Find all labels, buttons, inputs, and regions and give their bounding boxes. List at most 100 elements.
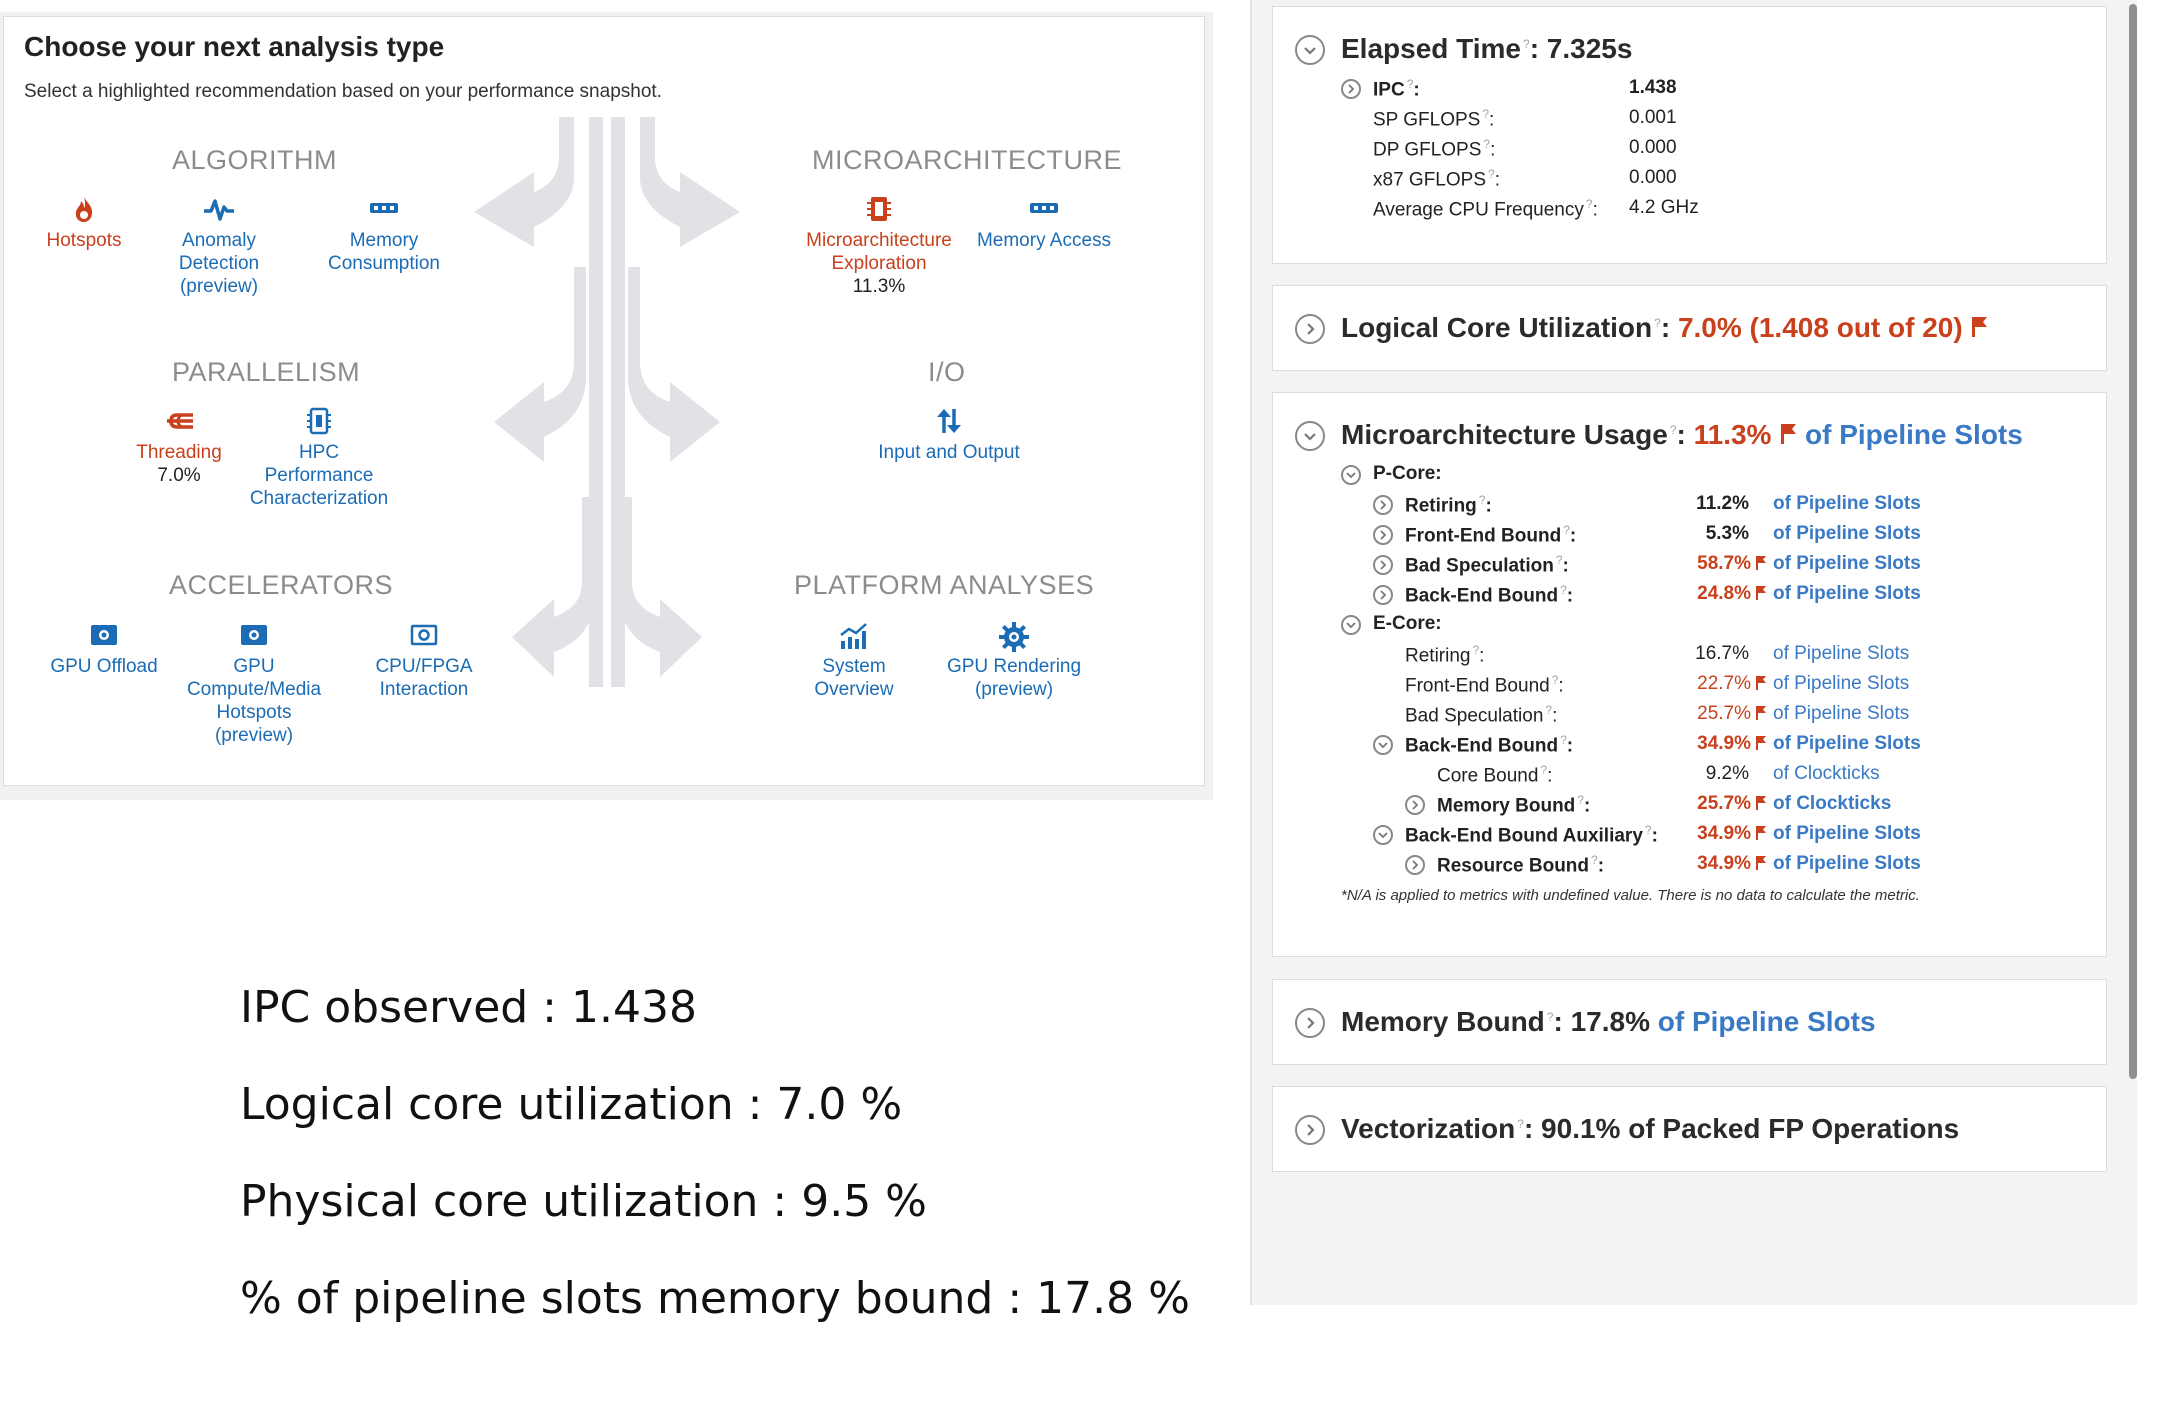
help-icon[interactable]: ? [1645, 823, 1652, 837]
expand-chevron-icon[interactable] [1295, 35, 1325, 65]
pcore-label: P-Core: [1373, 463, 1442, 484]
category-io: I/O [928, 357, 966, 387]
expand-chevron-icon[interactable] [1373, 735, 1393, 755]
category-parallelism: PARALLELISM [172, 357, 361, 387]
expand-chevron-icon[interactable] [1295, 1008, 1325, 1038]
uarch-metric-value: 25.7% [1687, 793, 1767, 815]
metric-value: 1.438 [1629, 77, 1677, 98]
flag-icon [1751, 853, 1767, 874]
cpu-chip-icon [794, 195, 964, 223]
summary-memory-bound: % of pipeline slots memory bound : 17.8 … [240, 1273, 1190, 1324]
panel-title: Choose your next analysis type [24, 31, 445, 62]
logical-core-title: Logical Core Utilization?: 7.0% (1.408 o… [1341, 312, 1988, 344]
help-icon[interactable]: ? [1540, 763, 1547, 777]
flag-icon [1751, 703, 1767, 724]
analysis-type-panel: Choose your next analysis type Select a … [3, 16, 1205, 786]
gpu-rendering-tool[interactable]: GPU Rendering (preview) [934, 621, 1094, 701]
expand-chevron-icon[interactable] [1295, 421, 1325, 451]
vectorization-card: Vectorization?: 90.1% of Packed FP Opera… [1272, 1086, 2107, 1172]
cpu-fpga-interaction-tool[interactable]: CPU/FPGA Interaction [354, 621, 494, 701]
expand-chevron-icon[interactable] [1373, 585, 1393, 605]
expand-chevron-icon[interactable] [1405, 795, 1425, 815]
help-icon[interactable]: ? [1577, 793, 1584, 807]
input-output-tool[interactable]: Input and Output [864, 407, 1034, 464]
uarch-metric-value: 16.7% [1695, 643, 1749, 664]
uarch-metric-value: 9.2% [1705, 763, 1749, 784]
uarch-metric-label: Retiring?: [1405, 643, 1485, 667]
uarch-metric-unit: of Clockticks [1773, 793, 1892, 814]
expand-chevron-icon[interactable] [1341, 79, 1361, 99]
flag-icon [1751, 583, 1767, 604]
gear-icon [934, 621, 1094, 652]
expand-chevron-icon[interactable] [1373, 825, 1393, 845]
expand-chevron-icon[interactable] [1373, 525, 1393, 545]
uarch-metric-unit: of Pipeline Slots [1773, 703, 1910, 724]
hpc-characterization-tool[interactable]: HPC Performance Characterization [239, 407, 399, 510]
gpu-compute-media-tool[interactable]: GPU Compute/Media Hotspots (preview) [174, 621, 334, 747]
expand-chevron-icon[interactable] [1373, 555, 1393, 575]
help-icon[interactable]: ? [1560, 583, 1567, 597]
uarch-metric-value: 25.7% [1687, 703, 1767, 725]
uarch-metric-unit: of Pipeline Slots [1773, 823, 1921, 844]
expand-chevron-icon[interactable] [1295, 314, 1325, 344]
help-icon[interactable]: ? [1586, 197, 1593, 211]
help-icon[interactable]: ? [1479, 493, 1486, 507]
uarch-metric-unit: of Pipeline Slots [1773, 583, 1921, 604]
help-icon[interactable]: ? [1407, 77, 1414, 91]
metric-label: x87 GFLOPS?: [1373, 167, 1500, 191]
help-icon[interactable]: ? [1560, 733, 1567, 747]
gpu-card-icon [34, 621, 174, 649]
expand-chevron-icon[interactable] [1373, 495, 1393, 515]
elapsed-time-card: Elapsed Time?: 7.325s IPC?: 1.438 SP GFL… [1272, 6, 2107, 264]
expand-chevron-icon[interactable] [1341, 465, 1361, 485]
summary-logical-core: Logical core utilization : 7.0 % [240, 1079, 903, 1130]
help-icon[interactable]: ? [1483, 137, 1490, 151]
help-icon[interactable]: ? [1591, 853, 1598, 867]
microarchitecture-exploration-tool[interactable]: Microarchitecture Exploration 11.3% [794, 195, 964, 298]
gpu-card-icon [174, 621, 334, 649]
memory-bound-card: Memory Bound?: 17.8% of Pipeline Slots [1272, 979, 2107, 1065]
uarch-metric-label: Front-End Bound?: [1405, 523, 1577, 547]
uarch-metric-value: 34.9% [1687, 823, 1767, 845]
category-platform-analyses: PLATFORM ANALYSES [794, 570, 1095, 600]
category-algorithm: ALGORITHM [172, 145, 338, 175]
metric-label: DP GFLOPS?: [1373, 137, 1496, 161]
help-icon[interactable]: ? [1563, 523, 1570, 537]
uarch-metric-label: Memory Bound?: [1437, 793, 1591, 817]
panel-subtitle: Select a highlighted recommendation base… [24, 81, 662, 102]
microarchitecture-usage-title: Microarchitecture Usage?: 11.3% of Pipel… [1341, 419, 2023, 450]
threading-percent: 7.0% [157, 465, 201, 486]
expand-chevron-icon[interactable] [1341, 615, 1361, 635]
uarch-metric-value: 24.8% [1687, 583, 1767, 605]
uarch-metric-value: 11.2% [1696, 493, 1749, 514]
flag-icon [1751, 553, 1767, 574]
scrollbar-thumb[interactable] [2129, 4, 2137, 1079]
hotspots-tool[interactable]: Hotspots [24, 195, 144, 252]
chart-icon [794, 621, 914, 649]
system-overview-tool[interactable]: System Overview [794, 621, 914, 701]
uarch-metric-label: Back-End Bound?: [1405, 733, 1574, 757]
help-icon[interactable]: ? [1472, 643, 1479, 657]
expand-chevron-icon[interactable] [1295, 1115, 1325, 1145]
uarch-metric-label: Back-End Bound Auxiliary?: [1405, 823, 1658, 847]
help-icon[interactable]: ? [1545, 703, 1552, 717]
help-icon[interactable]: ? [1482, 107, 1489, 121]
gpu-offload-tool[interactable]: GPU Offload [34, 621, 174, 678]
uarch-metric-value: 5.3% [1705, 523, 1749, 544]
anomaly-detection-tool[interactable]: Anomaly Detection (preview) [154, 195, 284, 298]
help-icon[interactable]: ? [1523, 37, 1530, 51]
threading-tool[interactable]: Threading 7.0% [119, 407, 239, 487]
help-icon[interactable]: ? [1556, 553, 1563, 567]
help-icon[interactable]: ? [1552, 673, 1559, 687]
hpc-chip-icon [239, 407, 399, 435]
expand-chevron-icon[interactable] [1405, 855, 1425, 875]
memory-access-tool[interactable]: Memory Access [964, 195, 1124, 252]
help-icon[interactable]: ? [1654, 316, 1661, 330]
memory-consumption-tool[interactable]: Memory Consumption [304, 195, 464, 275]
help-icon[interactable]: ? [1517, 1117, 1524, 1131]
fpga-card-icon [354, 621, 494, 649]
help-icon[interactable]: ? [1488, 167, 1495, 181]
metric-label: Average CPU Frequency?: [1373, 197, 1598, 221]
ecore-label: E-Core: [1373, 613, 1442, 634]
threading-icon [119, 407, 239, 435]
